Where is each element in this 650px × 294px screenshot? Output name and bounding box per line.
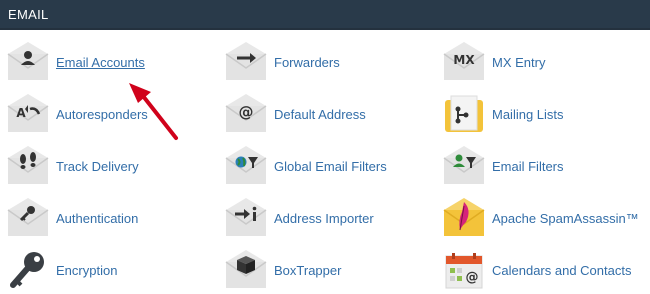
boxtrapper-item[interactable]: BoxTrapper xyxy=(224,248,341,292)
box-icon xyxy=(225,250,267,288)
arrow-right-icon xyxy=(225,42,267,80)
mx-entry-label[interactable]: MX Entry xyxy=(492,55,545,70)
svg-text:MX: MX xyxy=(453,53,475,67)
import-icon xyxy=(225,198,267,236)
default-address-label[interactable]: Default Address xyxy=(274,107,366,122)
forwarders-label[interactable]: Forwarders xyxy=(274,55,340,70)
mailing-lists-label[interactable]: Mailing Lists xyxy=(492,107,564,122)
email-filters-label[interactable]: Email Filters xyxy=(492,159,564,174)
section-title: EMAIL xyxy=(8,7,49,22)
encryption-label[interactable]: Encryption xyxy=(56,263,117,278)
global-email-filters-label[interactable]: Global Email Filters xyxy=(274,159,387,174)
address-importer-item[interactable]: Address Importer xyxy=(224,196,374,240)
svg-text:@: @ xyxy=(466,270,479,285)
encryption-item[interactable]: Encryption xyxy=(6,248,117,292)
apache-spamassassin-label[interactable]: Apache SpamAssassin™ xyxy=(492,211,639,226)
email-accounts-label[interactable]: Email Accounts xyxy=(56,55,145,70)
global-email-filters-item[interactable]: Global Email Filters xyxy=(224,144,387,188)
user-filter-icon xyxy=(443,146,485,184)
track-delivery-label[interactable]: Track Delivery xyxy=(56,159,139,174)
footprints-icon xyxy=(7,146,49,184)
mx-icon: MX xyxy=(443,42,485,80)
autoresponder-icon: A xyxy=(7,94,49,132)
large-key-icon xyxy=(10,252,44,288)
svg-text:A: A xyxy=(16,106,26,120)
boxtrapper-label[interactable]: BoxTrapper xyxy=(274,263,341,278)
mailing-lists-icon xyxy=(445,95,483,132)
authentication-item[interactable]: Authentication xyxy=(6,196,138,240)
authentication-label[interactable]: Authentication xyxy=(56,211,138,226)
at-icon: @ xyxy=(225,94,267,132)
calendars-and-contacts-label[interactable]: Calendars and Contacts xyxy=(492,263,631,278)
email-filters-item[interactable]: Email Filters xyxy=(442,144,564,188)
key-icon xyxy=(7,198,49,236)
autoresponders-label[interactable]: Autoresponders xyxy=(56,107,148,122)
address-importer-label[interactable]: Address Importer xyxy=(274,211,374,226)
autoresponders-item[interactable]: A Autoresponders xyxy=(6,92,148,136)
forwarders-item[interactable]: Forwarders xyxy=(224,40,340,84)
spamassassin-feather-icon xyxy=(443,198,485,236)
mx-entry-item[interactable]: MX MX Entry xyxy=(442,40,545,84)
track-delivery-item[interactable]: Track Delivery xyxy=(6,144,139,188)
section-header: EMAIL xyxy=(0,0,650,30)
calendar-contacts-icon: @ xyxy=(445,253,483,289)
mailing-lists-item[interactable]: Mailing Lists xyxy=(442,92,564,136)
email-accounts-item[interactable]: Email Accounts xyxy=(6,40,145,84)
default-address-item[interactable]: @ Default Address xyxy=(224,92,366,136)
globe-filter-icon xyxy=(225,146,267,184)
user-icon xyxy=(7,42,49,80)
apache-spamassassin-item[interactable]: Apache SpamAssassin™ xyxy=(442,196,639,240)
svg-text:@: @ xyxy=(239,103,254,121)
calendars-and-contacts-item[interactable]: @ Calendars and Contacts xyxy=(442,248,631,292)
